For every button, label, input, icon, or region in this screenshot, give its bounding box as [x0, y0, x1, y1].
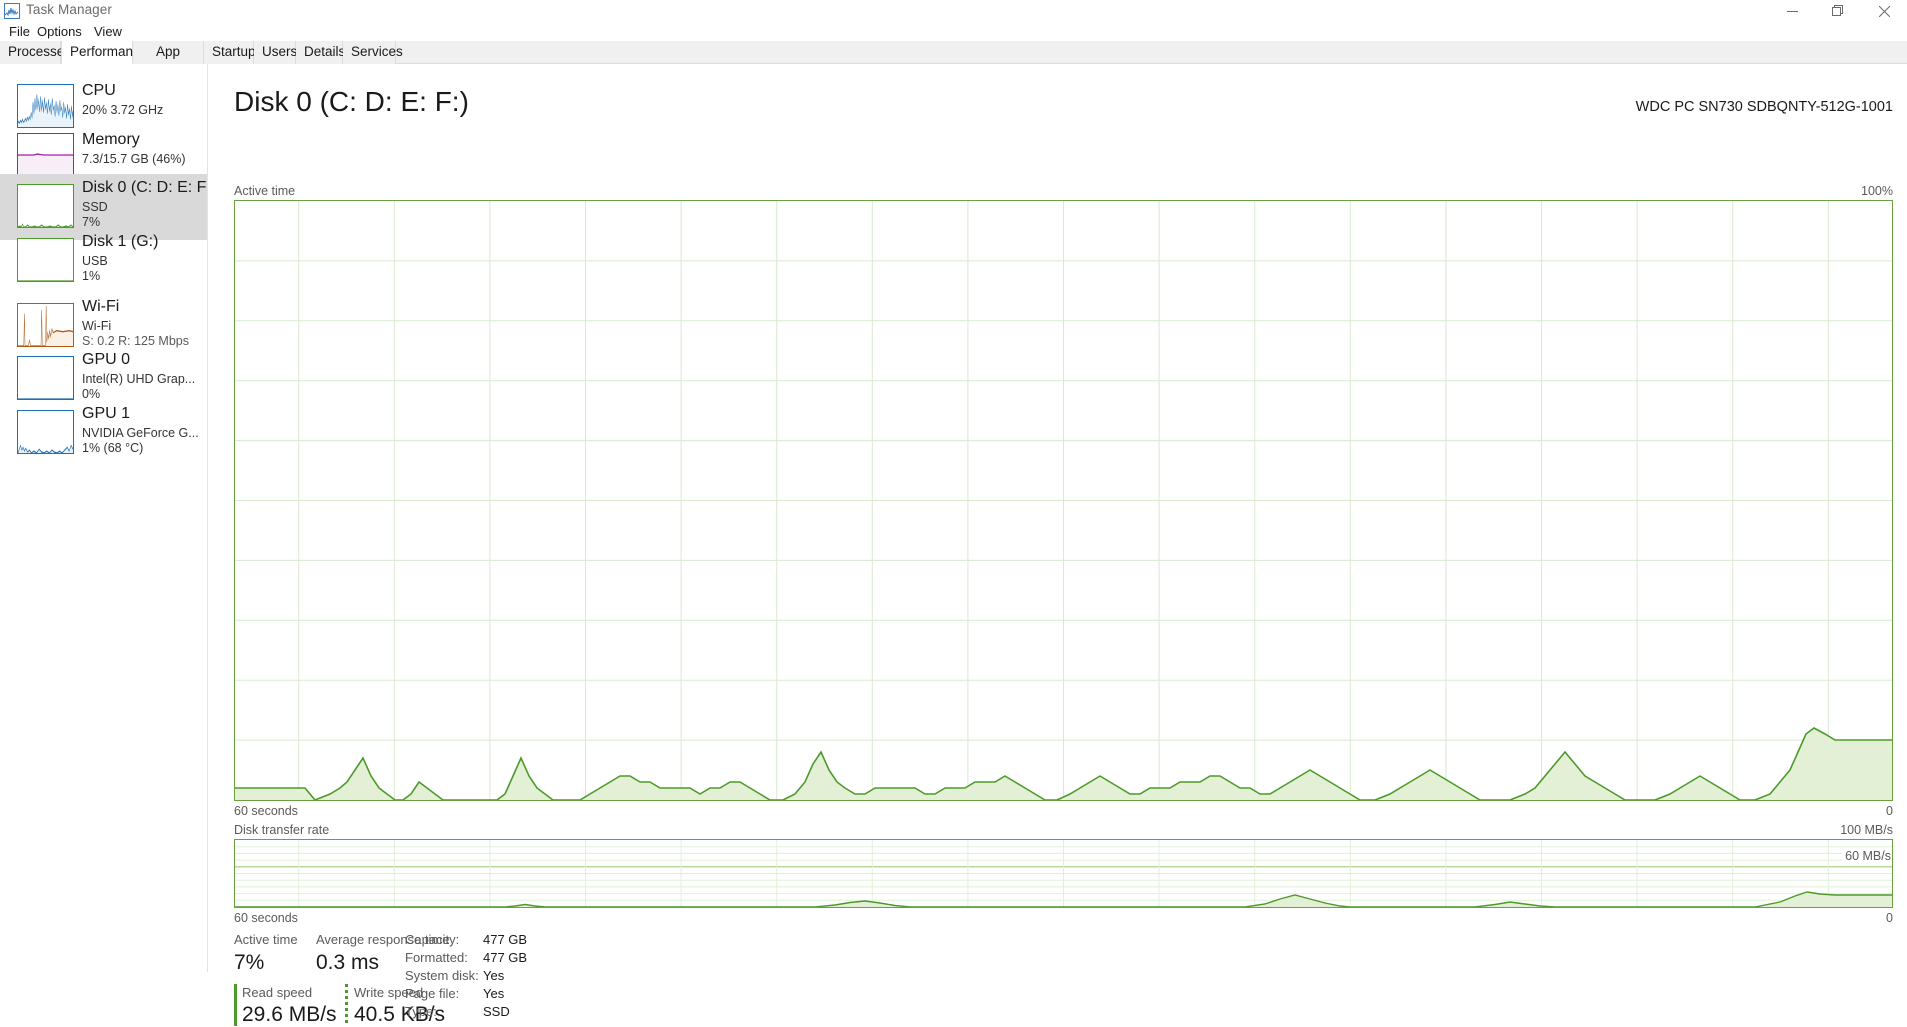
sidebar-cpu-sub1: 20% 3.72 GHz [82, 103, 164, 117]
sidebar-cpu-title: CPU [82, 82, 116, 99]
info-val-capacity: 477 GB [483, 932, 528, 947]
gpu-0-sparkline [17, 356, 74, 400]
sidebar-item-gpu-1[interactable]: GPU 1 NVIDIA GeForce G... 1% (68 °C) [0, 400, 207, 466]
sidebar-disk-0-title: Disk 0 (C: D: E: F:) [82, 179, 208, 196]
info-val-system-disk: Yes [483, 968, 505, 983]
sidebar-gpu-0-sub1: Intel(R) UHD Grap... [82, 372, 196, 386]
sidebar-gpu-1-title: GPU 1 [82, 405, 131, 422]
sidebar-gpu-1-sub2: 1% (68 °C) [82, 441, 144, 455]
stat-active-time-label: Active time [234, 932, 298, 947]
tab-startup[interactable]: Startup [204, 41, 256, 64]
tab-app-history[interactable]: App history [133, 41, 204, 81]
sidebar-disk-1-sub1: USB [82, 254, 108, 268]
sidebar-gpu-0-title: GPU 0 [82, 351, 131, 368]
disk-0-sparkline [17, 184, 74, 228]
sidebar-wifi-sub1: Wi-Fi [82, 319, 112, 333]
tab-performance[interactable]: Performance [61, 41, 147, 64]
window-title: Task Manager [26, 2, 112, 17]
maximize-restore-button[interactable] [1815, 0, 1861, 22]
menu-view[interactable]: View [89, 22, 127, 41]
active-time-graph [234, 200, 1893, 801]
disk-transfer-rate-graph [234, 839, 1893, 908]
sidebar-memory-sub1: 7.3/15.7 GB (46%) [82, 152, 186, 166]
sidebar-disk-1-sub2: 1% [82, 269, 101, 283]
tab-services[interactable]: Services [343, 41, 403, 64]
read-speed-legend-bar [234, 984, 237, 1026]
performance-detail-pane: Disk 0 (C: D: E: F:) WDC PC SN730 SDBQNT… [209, 64, 1907, 1026]
sidebar-disk-0-sub1: SSD [82, 200, 108, 214]
stat-read-speed-value: 29.6 MB/s [242, 1003, 337, 1026]
sidebar-memory-title: Memory [82, 131, 140, 148]
close-button[interactable] [1861, 0, 1907, 22]
sidebar-disk-1-title: Disk 1 (G:) [82, 233, 159, 250]
tab-details[interactable]: Details [296, 41, 345, 64]
active-time-zero-label: 0 [1886, 804, 1893, 818]
transfer-rate-caption: Disk transfer rate [234, 823, 330, 837]
memory-sparkline [17, 133, 74, 177]
info-val-page-file: Yes [483, 986, 505, 1001]
disk-1-sparkline [17, 238, 74, 282]
info-key-formatted: Formatted: [405, 950, 468, 965]
tab-processes[interactable]: Processes [0, 41, 71, 64]
transfer-rate-inner-label: 60 MB/s [1842, 849, 1891, 863]
device-name: WDC PC SN730 SDBQNTY-512G-1001 [1635, 99, 1893, 115]
info-key-system-disk: System disk: [405, 968, 479, 983]
gpu-1-sparkline [17, 410, 74, 454]
menu-file[interactable]: File [4, 22, 35, 41]
stat-active-time-value: 7% [234, 951, 265, 974]
task-manager-icon [4, 3, 20, 19]
info-val-type: SSD [483, 1004, 510, 1019]
active-time-caption: Active time [234, 184, 296, 198]
active-time-max-label: 100% [1861, 184, 1893, 198]
info-key-capacity: Capacity: [405, 932, 460, 947]
cpu-sparkline [17, 84, 74, 128]
stat-avg-response-value: 0.3 ms [316, 951, 380, 974]
page-title: Disk 0 (C: D: E: F:) [234, 86, 469, 117]
info-key-page-file: Page file: [405, 986, 460, 1001]
transfer-rate-max-label: 100 MB/s [1840, 823, 1893, 837]
wifi-sparkline [17, 303, 74, 347]
sidebar-item-disk-1[interactable]: Disk 1 (G:) USB 1% [0, 228, 207, 294]
sidebar-gpu-1-sub1: NVIDIA GeForce G... [82, 426, 199, 440]
info-key-type: Type: [405, 1004, 437, 1019]
info-val-formatted: 477 GB [483, 950, 528, 965]
stats-panel: Active time 7% Average response time 0.3… [209, 907, 1907, 1026]
title-bar: Task Manager [0, 0, 1907, 22]
stat-read-speed-label: Read speed [242, 985, 313, 1000]
sidebar-wifi-title: Wi-Fi [82, 298, 120, 315]
tab-users[interactable]: Users [254, 41, 297, 64]
tab-strip: Processes Performance App history Startu… [0, 41, 1907, 81]
resource-sidebar: CPU 20% 3.72 GHz Memory 7.3/15.7 GB (46%… [0, 64, 208, 972]
minimize-button[interactable] [1769, 0, 1815, 22]
active-time-axis-label: 60 seconds [234, 804, 298, 818]
menu-bar: File Options View [0, 22, 1907, 41]
write-speed-legend-bar [345, 984, 348, 1026]
menu-options[interactable]: Options [32, 22, 87, 41]
